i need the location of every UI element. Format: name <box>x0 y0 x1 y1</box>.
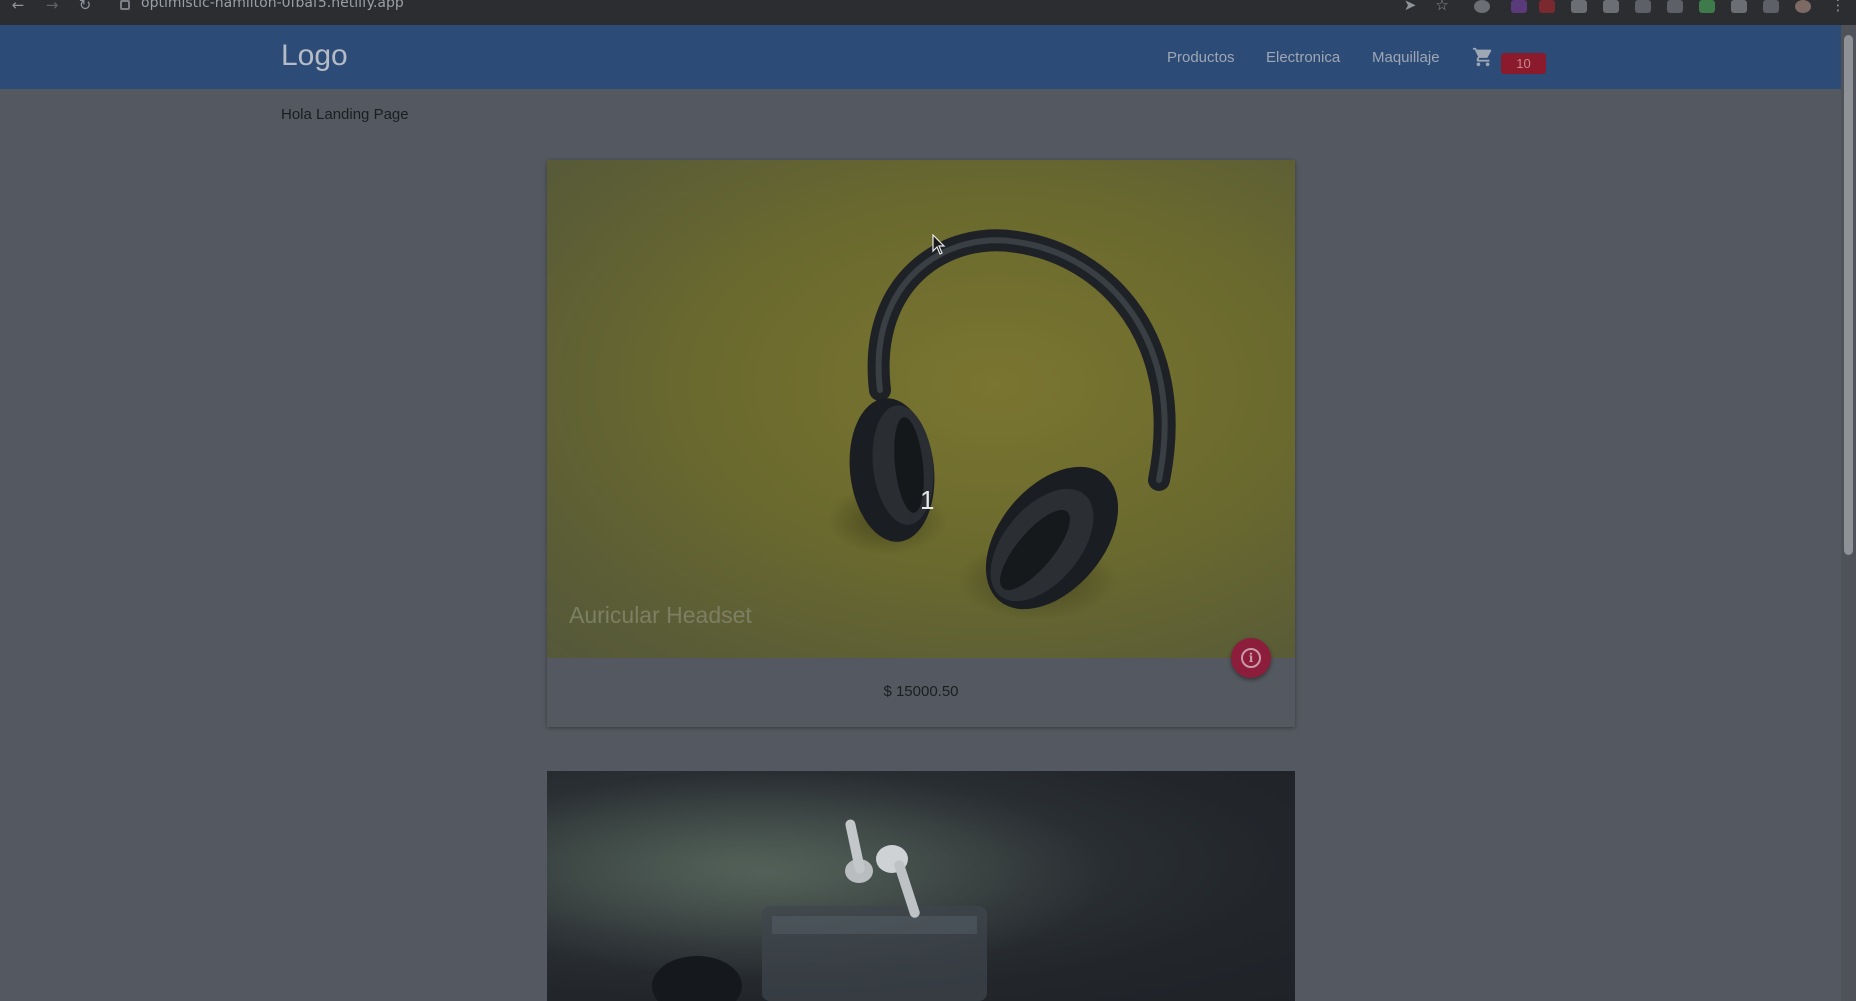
extension-icon[interactable] <box>1699 0 1715 13</box>
extension-icon[interactable] <box>1511 0 1527 13</box>
headphones-icon <box>827 229 1176 620</box>
forward-icon[interactable]: → <box>42 0 62 13</box>
back-icon[interactable]: ← <box>8 0 28 13</box>
extension-icon[interactable] <box>1635 0 1651 13</box>
logo[interactable]: Logo <box>281 39 348 73</box>
extension-icon[interactable] <box>1474 0 1490 13</box>
scrollbar[interactable] <box>1841 25 1856 1001</box>
avatar[interactable] <box>1795 0 1811 13</box>
star-icon[interactable]: ☆ <box>1432 0 1452 13</box>
reading-list-icon[interactable] <box>1763 0 1779 13</box>
product-image[interactable]: 1 Auricular Headset <box>547 160 1295 658</box>
nav-link-productos[interactable]: Productos <box>1167 49 1235 66</box>
product-title: Auricular Headset <box>569 602 752 628</box>
address-bar[interactable]: optimistic-hamilton-0fbaf5.netlify.app <box>141 0 404 11</box>
info-button[interactable]: i <box>1231 638 1271 678</box>
menu-icon[interactable]: ⋮ <box>1828 0 1848 13</box>
cart-icon[interactable] <box>1472 46 1494 68</box>
extension-icon[interactable] <box>1667 0 1683 13</box>
product-price: $ 15000.50 <box>883 683 959 700</box>
nav-link-electronica[interactable]: Electronica <box>1266 49 1340 66</box>
page-greeting: Hola Landing Page <box>281 106 409 123</box>
extension-icon[interactable] <box>1571 0 1587 13</box>
send-icon[interactable]: ➤ <box>1400 0 1420 13</box>
product-card: 1 Auricular Headset i $ 15000.50 <box>547 160 1295 727</box>
cart-count-badge: 10 <box>1501 53 1546 74</box>
mouse-cursor-icon <box>932 234 946 255</box>
slide-number: 1 <box>920 485 935 515</box>
info-icon: i <box>1241 648 1261 668</box>
scrollbar-thumb[interactable] <box>1844 35 1853 555</box>
earbuds-icon <box>547 771 1295 1001</box>
lock-icon <box>120 0 130 10</box>
puzzle-icon[interactable] <box>1731 0 1747 13</box>
product-image[interactable] <box>547 771 1295 1001</box>
browser-toolbar: ← → ↻ optimistic-hamilton-0fbaf5.netlify… <box>0 0 1856 25</box>
nav-link-maquillaje[interactable]: Maquillaje <box>1372 49 1440 66</box>
adblock-icon[interactable] <box>1539 0 1555 13</box>
navbar: Logo Productos Electronica Maquillaje 10 <box>0 25 1841 89</box>
extension-icon[interactable] <box>1603 0 1619 13</box>
reload-icon[interactable]: ↻ <box>75 0 95 13</box>
